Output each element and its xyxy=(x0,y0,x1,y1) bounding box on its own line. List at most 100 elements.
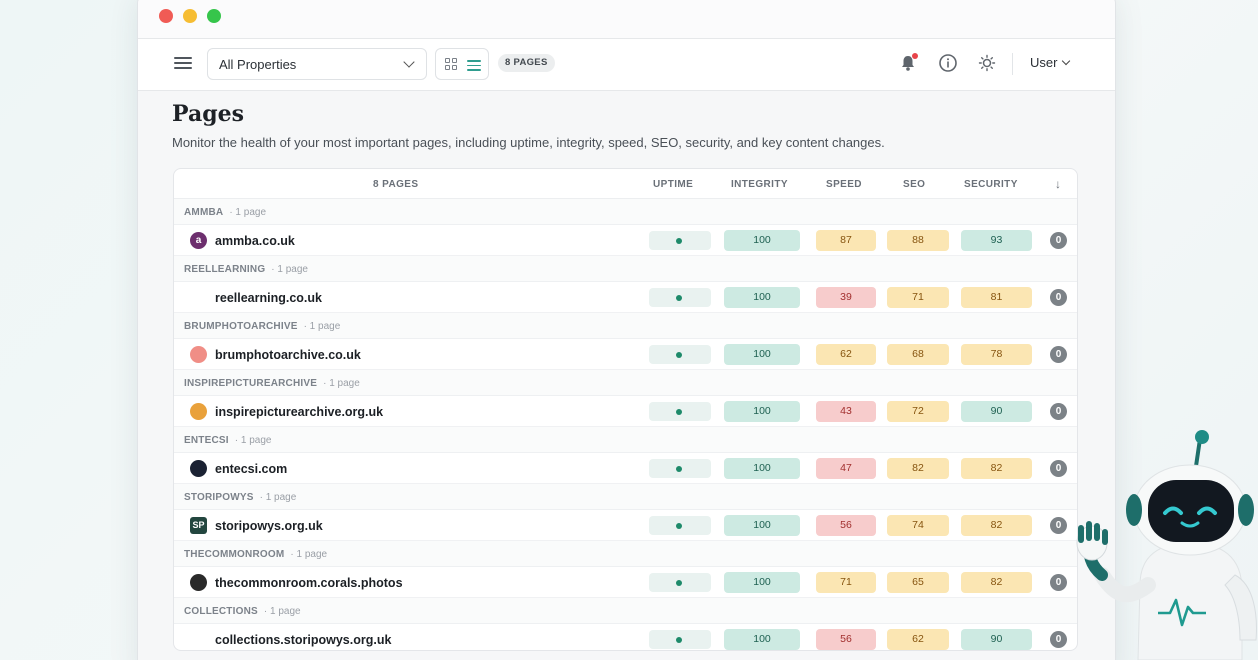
seo-score[interactable]: 82 xyxy=(887,458,949,479)
uptime-indicator[interactable] xyxy=(649,288,711,307)
integrity-score[interactable]: 100 xyxy=(724,458,800,479)
speed-score[interactable]: 56 xyxy=(816,629,876,650)
group-header: STORIPOWYS · 1 page xyxy=(174,484,1077,510)
uptime-indicator[interactable] xyxy=(649,573,711,592)
uptime-indicator[interactable] xyxy=(649,402,711,421)
speed-score[interactable]: 62 xyxy=(816,344,876,365)
group-name: STORIPOWYS xyxy=(184,492,254,503)
seo-score[interactable]: 62 xyxy=(887,629,949,650)
site-link[interactable]: reellearning.co.uk xyxy=(215,291,322,305)
table-row[interactable]: brumphotoarchive.co.uk 100 62 68 78 0 xyxy=(174,339,1077,370)
table-header: 8 PAGES UPTIME INTEGRITY SPEED SEO SECUR… xyxy=(174,169,1077,199)
changes-count-badge[interactable]: 0 xyxy=(1050,403,1067,420)
integrity-score[interactable]: 100 xyxy=(724,515,800,536)
info-icon[interactable] xyxy=(938,53,958,73)
group-page-count: · 1 page xyxy=(290,549,328,560)
group-page-count: · 1 page xyxy=(263,606,301,617)
hamburger-icon[interactable] xyxy=(173,54,193,74)
group-header: ENTECSI · 1 page xyxy=(174,427,1077,453)
uptime-status-dot xyxy=(676,238,682,244)
security-score[interactable]: 78 xyxy=(961,344,1032,365)
uptime-status-dot xyxy=(676,352,682,358)
group-header: AMMBA · 1 page xyxy=(174,199,1077,225)
security-score[interactable]: 90 xyxy=(961,629,1032,650)
speed-score[interactable]: 39 xyxy=(816,287,876,308)
table-row[interactable]: entecsi.com 100 47 82 82 0 xyxy=(174,453,1077,484)
uptime-indicator[interactable] xyxy=(649,345,711,364)
site-favicon-icon xyxy=(190,289,207,306)
close-window-button[interactable] xyxy=(159,9,173,23)
header-security[interactable]: SECURITY xyxy=(964,179,1018,190)
site-favicon-icon xyxy=(190,403,207,420)
header-integrity[interactable]: INTEGRITY xyxy=(731,179,788,190)
table-row[interactable]: a ammba.co.uk 100 87 88 93 0 xyxy=(174,225,1077,256)
seo-score[interactable]: 88 xyxy=(887,230,949,251)
minimize-window-button[interactable] xyxy=(183,9,197,23)
site-link[interactable]: collections.storipowys.org.uk xyxy=(215,633,391,647)
security-score[interactable]: 90 xyxy=(961,401,1032,422)
uptime-status-dot xyxy=(676,523,682,529)
bell-icon[interactable] xyxy=(898,53,918,73)
grid-view-icon[interactable] xyxy=(445,58,457,70)
changes-count-badge[interactable]: 0 xyxy=(1050,232,1067,249)
table-row[interactable]: collections.storipowys.org.uk 100 56 62 90 0 xyxy=(174,624,1077,650)
speed-score[interactable]: 43 xyxy=(816,401,876,422)
integrity-score[interactable]: 100 xyxy=(724,629,800,650)
site-link[interactable]: storipowys.org.uk xyxy=(215,519,323,533)
integrity-score[interactable]: 100 xyxy=(724,344,800,365)
speed-score[interactable]: 71 xyxy=(816,572,876,593)
site-link[interactable]: entecsi.com xyxy=(215,462,287,476)
integrity-score[interactable]: 100 xyxy=(724,287,800,308)
table-row[interactable]: thecommonroom.corals.photos 100 71 65 82 0 xyxy=(174,567,1077,598)
integrity-score[interactable]: 100 xyxy=(724,401,800,422)
seo-score[interactable]: 72 xyxy=(887,401,949,422)
list-view-icon[interactable] xyxy=(467,57,481,71)
header-uptime[interactable]: UPTIME xyxy=(653,179,693,190)
group-name: AMMBA xyxy=(184,207,224,218)
group-name: REELLEARNING xyxy=(184,264,266,275)
uptime-indicator[interactable] xyxy=(649,630,711,649)
header-pages[interactable]: 8 PAGES xyxy=(373,179,418,190)
property-select-value: All Properties xyxy=(219,57,297,72)
speed-score[interactable]: 47 xyxy=(816,458,876,479)
security-score[interactable]: 82 xyxy=(961,572,1032,593)
user-menu[interactable]: User xyxy=(1030,55,1071,70)
group-header: BRUMPHOTOARCHIVE · 1 page xyxy=(174,313,1077,339)
integrity-score[interactable]: 100 xyxy=(724,572,800,593)
header-seo[interactable]: SEO xyxy=(903,179,925,190)
changes-count-badge[interactable]: 0 xyxy=(1050,346,1067,363)
seo-score[interactable]: 65 xyxy=(887,572,949,593)
uptime-indicator[interactable] xyxy=(649,516,711,535)
site-link[interactable]: ammba.co.uk xyxy=(215,234,295,248)
header-speed[interactable]: SPEED xyxy=(826,179,862,190)
uptime-indicator[interactable] xyxy=(649,231,711,250)
changes-count-badge[interactable]: 0 xyxy=(1050,289,1067,306)
group-page-count: · 1 page xyxy=(271,264,308,275)
group-page-count: · 1 page xyxy=(323,378,360,389)
table-row[interactable]: reellearning.co.uk 100 39 71 81 0 xyxy=(174,282,1077,313)
site-favicon-icon xyxy=(190,574,207,591)
maximize-window-button[interactable] xyxy=(207,9,221,23)
integrity-score[interactable]: 100 xyxy=(724,230,800,251)
site-link[interactable]: inspirepicturearchive.org.uk xyxy=(215,405,383,419)
security-score[interactable]: 82 xyxy=(961,515,1032,536)
security-score[interactable]: 81 xyxy=(961,287,1032,308)
sun-icon[interactable] xyxy=(977,53,997,73)
uptime-indicator[interactable] xyxy=(649,459,711,478)
seo-score[interactable]: 74 xyxy=(887,515,949,536)
property-select[interactable]: All Properties xyxy=(207,48,427,80)
security-score[interactable]: 82 xyxy=(961,458,1032,479)
uptime-status-dot xyxy=(676,409,682,415)
table-row[interactable]: inspirepicturearchive.org.uk 100 43 72 90 0 xyxy=(174,396,1077,427)
group-page-count: · 1 page xyxy=(229,207,267,218)
site-link[interactable]: brumphotoarchive.co.uk xyxy=(215,348,361,362)
site-link[interactable]: thecommonroom.corals.photos xyxy=(215,576,403,590)
speed-score[interactable]: 87 xyxy=(816,230,876,251)
table-row[interactable]: SP storipowys.org.uk 100 56 74 82 0 xyxy=(174,510,1077,541)
security-score[interactable]: 93 xyxy=(961,230,1032,251)
seo-score[interactable]: 68 xyxy=(887,344,949,365)
sort-arrow-icon[interactable]: ↓ xyxy=(1055,177,1061,191)
speed-score[interactable]: 56 xyxy=(816,515,876,536)
seo-score[interactable]: 71 xyxy=(887,287,949,308)
notification-dot xyxy=(912,53,918,59)
